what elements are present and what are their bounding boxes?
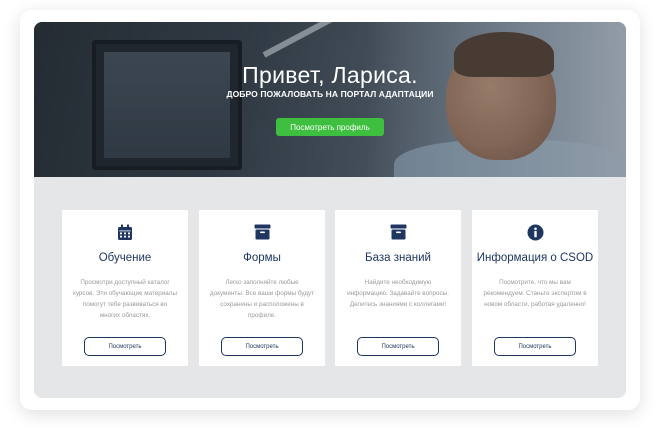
view-forms-button[interactable]: Посмотреть xyxy=(221,337,303,356)
card-title: Информация о CSOD xyxy=(476,252,594,264)
card-title: Формы xyxy=(243,252,281,264)
card-csod-info: Информация о CSOD Посмотрите, что мы вам… xyxy=(472,210,598,366)
archive-box-icon xyxy=(254,224,270,240)
card-description: Найдите необходимую информацию. Задавайт… xyxy=(347,279,449,308)
card-description: Посмотрите, что мы вам рекомендуем. Стан… xyxy=(483,279,587,308)
hero-banner: Привет, Лариса. ДОБРО ПОЖАЛОВАТЬ НА ПОРТ… xyxy=(34,22,626,177)
view-profile-button[interactable]: Посмотреть профиль xyxy=(276,118,384,136)
card-knowledge-base: База знаний Найдите необходимую информац… xyxy=(335,210,461,366)
card-learning: Обучение Просмотри доступный каталог кур… xyxy=(62,210,188,366)
card-description: Просмотри доступный каталог курсов. Эти … xyxy=(73,279,177,319)
card-title: База знаний xyxy=(365,252,431,264)
welcome-subtitle: ДОБРО ПОЖАЛОВАТЬ НА ПОРТАЛ АДАПТАЦИИ xyxy=(226,89,434,99)
card-title: Обучение xyxy=(98,252,152,264)
portal-content: Привет, Лариса. ДОБРО ПОЖАЛОВАТЬ НА ПОРТ… xyxy=(34,22,626,398)
calendar-icon xyxy=(118,224,132,240)
card-description: Легко заполняйте любые документы. Все ва… xyxy=(210,279,314,319)
archive-box-icon xyxy=(390,224,406,240)
view-learning-button[interactable]: Посмотреть xyxy=(84,337,166,356)
cards-row: Обучение Просмотри доступный каталог кур… xyxy=(62,210,598,366)
view-knowledge-base-button[interactable]: Посмотреть xyxy=(357,337,439,356)
card-forms: Формы Легко заполняйте любые документы. … xyxy=(199,210,325,366)
greeting-title: Привет, Лариса. xyxy=(242,62,418,88)
view-csod-info-button[interactable]: Посмотреть xyxy=(494,337,576,356)
info-circle-icon xyxy=(527,224,543,241)
